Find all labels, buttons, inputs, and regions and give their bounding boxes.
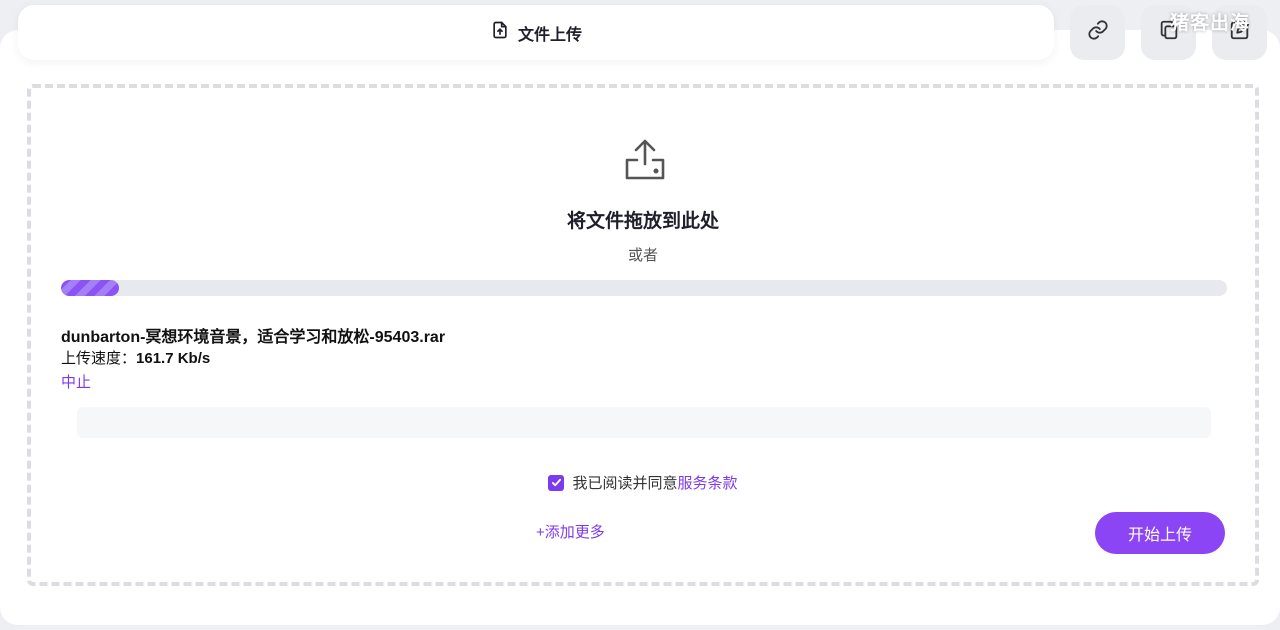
upload-tray-icon: [622, 138, 668, 187]
check-icon: [551, 478, 562, 487]
drop-title: 将文件拖放到此处: [566, 211, 719, 232]
terms-agreement: 我已阅读并同意服务条款: [31, 472, 1255, 493]
terms-link[interactable]: 服务条款: [678, 475, 738, 492]
file-dropzone[interactable]: 将文件拖放到此处 或者 dunbarton-冥想环境音景，适合学习和放松-954…: [27, 84, 1259, 586]
tab-title: 文件上传: [517, 26, 582, 44]
link-icon: [1087, 19, 1109, 46]
upload-progress-bar: [61, 280, 1227, 296]
upload-progress-fill: [61, 280, 120, 296]
abort-link[interactable]: 中止: [61, 371, 91, 392]
agree-text: 我已阅读并同意: [572, 475, 678, 492]
file-upload-icon: [490, 20, 510, 45]
add-more-button[interactable]: +添加更多: [536, 521, 605, 542]
speed-value: 161.7 Kb/s: [136, 350, 211, 367]
upload-info-bar: [77, 407, 1211, 438]
watermark-text: 猪客出海: [1169, 13, 1250, 34]
or-text: 或者: [627, 247, 658, 264]
agree-checkbox[interactable]: [548, 474, 565, 491]
upload-speed: 上传速度：161.7 Kb/s: [61, 347, 210, 368]
speed-label: 上传速度：: [61, 350, 137, 367]
start-upload-button[interactable]: 开始上传: [1095, 512, 1225, 554]
link-button[interactable]: [1070, 5, 1125, 60]
tab-file-upload[interactable]: 文件上传: [18, 5, 1054, 60]
file-name: dunbarton-冥想环境音景，适合学习和放松-95403.rar: [61, 329, 446, 346]
